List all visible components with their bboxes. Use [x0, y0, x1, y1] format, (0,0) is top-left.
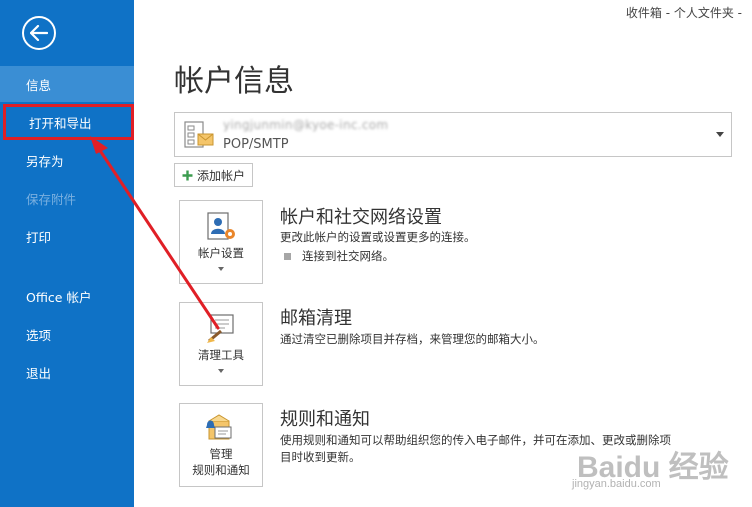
section-title-account: 帐户和社交网络设置: [280, 207, 442, 228]
section-desc-account: 更改此帐户的设置或设置更多的连接。: [280, 230, 476, 244]
account-settings-icon: [207, 212, 235, 240]
section-title-rules: 规则和通知: [280, 409, 370, 430]
chevron-down-icon: [218, 267, 224, 271]
add-account-label: 添加帐户: [197, 168, 246, 183]
nav-office-account[interactable]: Office 帐户: [0, 278, 134, 314]
rules-alerts-icon: [206, 414, 232, 440]
section-desc-rules-2: 目时收到更新。: [280, 450, 361, 464]
cleanup-tools-label: 清理工具: [198, 348, 244, 362]
plus-icon: [182, 170, 193, 180]
nav-save-as[interactable]: 另存为: [0, 142, 134, 178]
watermark-url: jingyan.baidu.com: [572, 478, 661, 490]
add-account-button[interactable]: 添加帐户: [174, 163, 254, 187]
nav-info[interactable]: 信息: [0, 66, 134, 102]
cleanup-tools-button[interactable]: 清理工具: [179, 302, 263, 386]
account-settings-button[interactable]: 帐户设置: [179, 200, 263, 284]
chevron-down-icon: [218, 369, 224, 373]
chevron-down-icon: [716, 132, 724, 137]
mail-account-icon: [184, 121, 214, 148]
back-arrow-icon: [30, 25, 48, 41]
manage-rules-button[interactable]: 管理 规则和通知: [179, 403, 263, 487]
nav-open-export[interactable]: 打开和导出: [3, 104, 134, 140]
social-network-link[interactable]: 连接到社交网络。: [302, 248, 394, 264]
nav-save-attachments: 保存附件: [26, 191, 77, 207]
account-dropdown[interactable]: yingjunmin@kyoe-inc.com POP/SMTP: [174, 112, 732, 157]
section-title-cleanup: 邮箱清理: [280, 308, 352, 329]
page-title: 帐户信息: [174, 64, 294, 99]
account-settings-label: 帐户设置: [198, 246, 244, 260]
window-title: 收件箱 - 个人文件夹 -: [625, 6, 742, 20]
nav-print[interactable]: 打印: [0, 218, 134, 254]
cleanup-tools-icon: [207, 314, 234, 343]
nav-options[interactable]: 选项: [0, 316, 134, 352]
back-button[interactable]: [22, 16, 56, 50]
rules-alerts-label: 规则和通知: [192, 463, 250, 477]
nav-exit[interactable]: 退出: [0, 354, 134, 390]
bullet-icon: [284, 253, 291, 260]
account-email: yingjunmin@kyoe-inc.com: [223, 118, 389, 132]
section-desc-cleanup: 通过清空已删除项目并存档，来管理您的邮箱大小。: [280, 332, 545, 346]
account-type: POP/SMTP: [223, 137, 289, 152]
backstage-sidebar: 信息 打开和导出 另存为 保存附件 打印 Office 帐户 选项 退出: [0, 0, 134, 507]
manage-label: 管理: [209, 447, 233, 461]
